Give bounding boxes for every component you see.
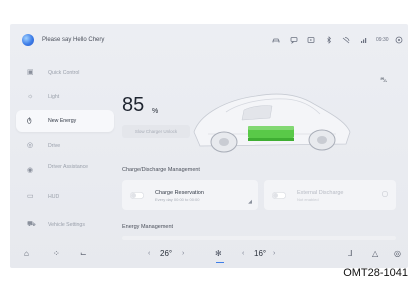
status-bar: Please say Hello Chery 09:30 [10, 24, 408, 54]
signal-icon[interactable] [342, 36, 350, 47]
apps-icon[interactable]: ⁘ [53, 249, 60, 258]
right-temp-value: 16° [254, 249, 267, 258]
clock: 09:30 [376, 37, 389, 43]
plug-icon: ტ [27, 117, 32, 124]
steering-wheel-icon: ◎ [27, 142, 34, 149]
external-discharge-title: External Discharge [297, 190, 344, 196]
info-icon[interactable] [382, 191, 388, 197]
external-discharge-toggle[interactable] [272, 192, 286, 199]
media-icon[interactable] [307, 36, 315, 47]
sidebar-item-label: Quick Control [48, 70, 80, 76]
home-icon[interactable]: ⌂ [24, 249, 29, 258]
edit-icon[interactable]: ◢ [248, 199, 252, 205]
right-temp-decrease-button[interactable]: ‹ [242, 249, 244, 258]
voice-assistant-icon[interactable] [22, 34, 34, 46]
left-temp-value: 26° [160, 249, 173, 258]
grid-icon: ▣ [27, 69, 34, 76]
seat-icon[interactable]: ⌙ [80, 249, 87, 258]
sidebar-item-driver-assistance[interactable]: ◉ Driver Assistance [16, 160, 114, 182]
bottom-dock: ⌂ ⁘ ⌙ ‹ 26° › ✻ ‹ 16° › ⅃ △ ◎ [10, 240, 408, 268]
light-icon: ☼ [27, 93, 34, 100]
sidebar-item-label: Light [48, 94, 60, 100]
figure-code-label: OMT28-1041 [343, 267, 408, 279]
sidebar-item-light[interactable]: ☼ Light [16, 86, 114, 108]
energy-management-section-title: Energy Management [122, 224, 174, 230]
charge-reservation-title: Charge Reservation [155, 190, 204, 196]
sidebar-item-vehicle-settings[interactable]: ⛟ Vehicle Settings [16, 214, 114, 236]
left-temp-increase-button[interactable]: › [182, 249, 184, 258]
sidebar-item-label: Drive [48, 143, 61, 149]
sidebar-item-label: Driver Assistance [48, 164, 89, 170]
car-icon[interactable] [272, 36, 280, 47]
vehicle-settings-icon: ⛟ [27, 221, 36, 228]
bluetooth-icon[interactable] [325, 36, 333, 47]
fan-icon[interactable]: ✻ [215, 249, 222, 258]
hud-icon: ▭ [27, 193, 34, 200]
infotainment-screen: Please say Hello Chery 09:30 ▣ Quick Con… [10, 24, 408, 268]
driver-assist-icon: ◉ [27, 167, 34, 174]
external-discharge-card[interactable]: External Discharge Not enabled [264, 180, 396, 210]
car-side-icon[interactable]: ⛍ [380, 76, 387, 85]
voice-assistant-greeting[interactable]: Please say Hello Chery [42, 37, 104, 43]
charge-reservation-card[interactable]: Charge Reservation Every day 00:00 to 00… [122, 180, 258, 210]
sidebar-item-label: HUD [48, 194, 60, 200]
sidebar-item-label: New Energy [48, 118, 77, 124]
car-xray-image [193, 93, 351, 153]
charge-reservation-subtitle: Every day 00:00 to 00:00 [155, 197, 200, 202]
warning-icon[interactable]: △ [372, 249, 378, 258]
battery-level-unit: % [152, 108, 159, 115]
settings-icon[interactable]: ◎ [394, 249, 401, 258]
sidebar-item-drive[interactable]: ◎ Drive [16, 135, 114, 157]
charge-reservation-toggle[interactable] [130, 192, 144, 199]
cellular-icon [360, 36, 368, 47]
seat-heat-icon[interactable]: ⅃ [348, 249, 352, 258]
sidebar-item-quick-control[interactable]: ▣ Quick Control [16, 62, 114, 84]
external-discharge-subtitle: Not enabled [297, 197, 319, 202]
fan-active-indicator [216, 262, 224, 263]
sidebar-item-new-energy[interactable]: ტ New Energy [16, 110, 114, 132]
left-temp-decrease-button[interactable]: ‹ [148, 249, 150, 258]
sidebar-item-hud[interactable]: ▭ HUD [16, 186, 114, 208]
charge-discharge-section-title: Charge/Discharge Management [122, 167, 200, 173]
chat-icon[interactable] [290, 36, 298, 47]
account-icon[interactable] [395, 36, 403, 47]
right-temp-increase-button[interactable]: › [273, 249, 275, 258]
slow-charger-unlock-button[interactable]: Slow Charger Unlock [122, 125, 190, 138]
battery-level-value: 85 [122, 94, 145, 116]
sidebar-item-label: Vehicle Settings [48, 222, 85, 228]
